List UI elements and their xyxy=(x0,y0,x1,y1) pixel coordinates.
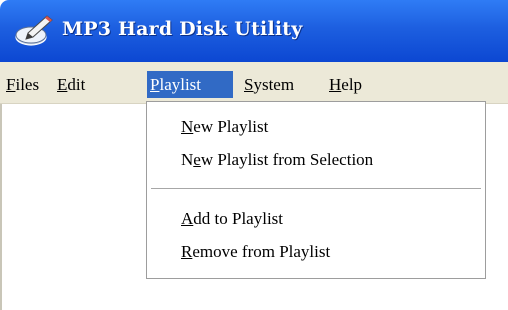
app-window: MP3 Hard Disk Utility Files Edit Playlis… xyxy=(0,0,508,310)
menu-playlist[interactable]: Playlist xyxy=(147,71,233,98)
menu-item-new-playlist-from-selection[interactable]: New Playlist from Selection xyxy=(181,148,373,172)
menu-bar: Files Edit Playlist System Help xyxy=(0,62,508,104)
menu-separator xyxy=(151,188,481,189)
menu-item-new-playlist[interactable]: New Playlist xyxy=(181,115,268,139)
playlist-dropdown-menu: New Playlist New Playlist from Selection… xyxy=(146,101,486,279)
menu-item-add-to-playlist[interactable]: Add to Playlist xyxy=(181,207,283,231)
window-left-border xyxy=(0,104,2,310)
menu-item-remove-from-playlist[interactable]: Remove from Playlist xyxy=(181,240,330,264)
menu-edit[interactable]: Edit xyxy=(54,71,88,98)
title-bar[interactable]: MP3 Hard Disk Utility xyxy=(0,0,508,62)
menu-files[interactable]: Files xyxy=(3,71,42,98)
window-title: MP3 Hard Disk Utility xyxy=(62,18,303,40)
menu-system[interactable]: System xyxy=(241,71,297,98)
menu-help[interactable]: Help xyxy=(326,71,365,98)
pencil-disk-icon xyxy=(15,15,53,46)
